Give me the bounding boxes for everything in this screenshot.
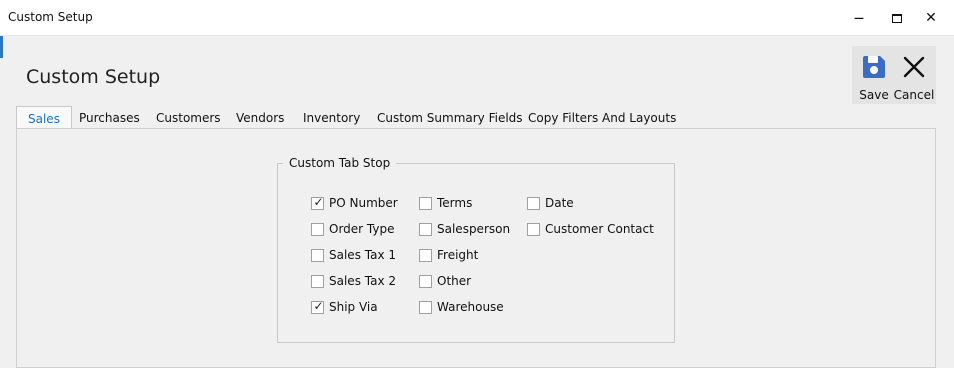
title-bar: Custom Setup — ✕ bbox=[0, 0, 954, 36]
minimize-icon: — bbox=[854, 12, 864, 24]
close-icon bbox=[903, 56, 925, 78]
checkbox-customer-contact[interactable]: Customer Contact bbox=[527, 221, 654, 237]
checkbox-label: Freight bbox=[437, 248, 479, 262]
close-window-icon: ✕ bbox=[925, 10, 937, 26]
checkbox-sales-tax-2[interactable]: Sales Tax 2 bbox=[311, 273, 396, 289]
checkbox-box[interactable] bbox=[527, 222, 540, 236]
checkbox-freight[interactable]: Freight bbox=[419, 247, 478, 263]
checkbox-sales-tax-1[interactable]: Sales Tax 1 bbox=[311, 247, 396, 263]
checkbox-box[interactable] bbox=[419, 248, 432, 262]
checkbox-label: Other bbox=[437, 274, 472, 288]
checkbox-ship-via[interactable]: ✓ Ship Via bbox=[311, 299, 378, 315]
tab-sales[interactable]: Sales bbox=[16, 106, 72, 130]
checkbox-box[interactable] bbox=[311, 248, 324, 262]
tab-custom-summary-fields[interactable]: Custom Summary Fields bbox=[377, 106, 523, 129]
group-title: Custom Tab Stop bbox=[283, 156, 397, 170]
checkbox-date[interactable]: Date bbox=[527, 195, 574, 211]
checkbox-box[interactable]: ✓ bbox=[311, 298, 324, 314]
checkbox-label: Warehouse bbox=[437, 300, 504, 314]
checkbox-box[interactable] bbox=[311, 274, 324, 288]
checkbox-salesperson[interactable]: Salesperson bbox=[419, 221, 510, 237]
tab-purchases[interactable]: Purchases bbox=[79, 106, 140, 129]
checkbox-po-number[interactable]: ✓ PO Number bbox=[311, 195, 398, 211]
tab-inventory[interactable]: Inventory bbox=[303, 106, 360, 129]
checkbox-box[interactable] bbox=[419, 274, 432, 288]
checkbox-label: Ship Via bbox=[329, 300, 378, 314]
checkbox-label: Date bbox=[545, 196, 574, 210]
checkbox-box[interactable]: ✓ bbox=[311, 194, 324, 210]
checkbox-label: Terms bbox=[437, 196, 473, 210]
maximize-icon bbox=[892, 13, 902, 23]
checkbox-terms[interactable]: Terms bbox=[419, 195, 472, 211]
checkbox-warehouse[interactable]: Warehouse bbox=[419, 299, 504, 315]
checkbox-label: Order Type bbox=[329, 222, 395, 236]
checkbox-box[interactable] bbox=[419, 222, 432, 236]
checkbox-other[interactable]: Other bbox=[419, 273, 471, 289]
tab-copy-filters-and-layouts[interactable]: Copy Filters And Layouts bbox=[528, 106, 676, 129]
close-window-button[interactable]: ✕ bbox=[914, 0, 948, 36]
checkbox-label: Sales Tax 1 bbox=[329, 248, 397, 262]
checkbox-label: Customer Contact bbox=[545, 222, 654, 236]
checkbox-order-type[interactable]: Order Type bbox=[311, 221, 394, 237]
page-title: Custom Setup bbox=[26, 66, 161, 88]
tab-customers[interactable]: Customers bbox=[156, 106, 221, 129]
cancel-button[interactable]: Cancel bbox=[894, 46, 934, 104]
checkbox-box[interactable] bbox=[311, 222, 324, 236]
toolbar: Save Cancel bbox=[852, 46, 936, 104]
save-icon bbox=[863, 56, 885, 78]
cancel-label: Cancel bbox=[893, 88, 935, 102]
checkbox-label: Sales Tax 2 bbox=[329, 274, 397, 288]
checkbox-label: PO Number bbox=[329, 196, 398, 210]
checkbox-box[interactable] bbox=[419, 196, 432, 210]
checkbox-box[interactable] bbox=[527, 196, 540, 210]
checkbox-label: Salesperson bbox=[437, 222, 511, 236]
tab-vendors[interactable]: Vendors bbox=[236, 106, 284, 129]
check-icon: ✓ bbox=[313, 298, 324, 313]
check-icon: ✓ bbox=[313, 194, 324, 209]
window-edge-accent bbox=[0, 36, 3, 58]
minimize-button[interactable]: — bbox=[842, 0, 876, 36]
checkbox-box[interactable] bbox=[419, 300, 432, 314]
maximize-button[interactable] bbox=[880, 0, 914, 36]
window-title: Custom Setup bbox=[8, 10, 93, 24]
